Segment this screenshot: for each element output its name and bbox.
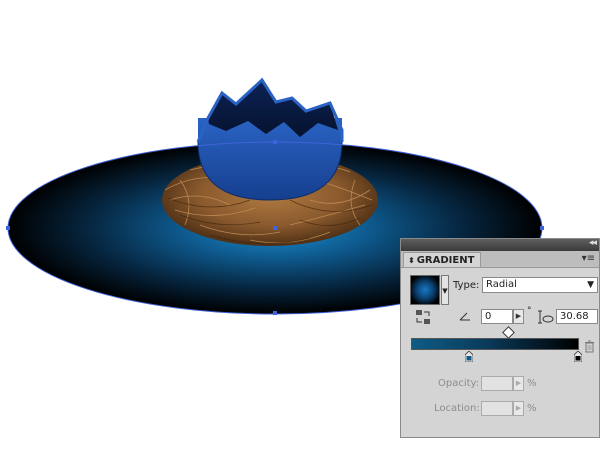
type-select[interactable]: Radial ▼	[482, 277, 598, 293]
panel-tab-row: ⬍ GRADIENT ▾≡	[401, 251, 599, 268]
tab-gradient-label: GRADIENT	[416, 255, 475, 266]
degree-symbol: °	[527, 306, 532, 316]
opacity-unit: %	[527, 378, 537, 389]
angle-stepper[interactable]: ▶	[513, 309, 524, 324]
anchor-center[interactable]	[273, 226, 277, 230]
gradient-midpoint-handle[interactable]	[502, 326, 515, 339]
tab-arrows-icon: ⬍	[408, 256, 415, 265]
gradient-panel: ◂◂ ⬍ GRADIENT ▾≡ ▼ Type: Radial ▼ 0 ▶ ° 3…	[400, 238, 600, 438]
color-stop-right[interactable]	[574, 351, 582, 362]
gradient-ramp[interactable]	[411, 338, 579, 350]
angle-field[interactable]: 0	[481, 309, 513, 324]
location-unit: %	[527, 403, 537, 414]
cracked-egg[interactable]	[196, 77, 344, 201]
panel-menu-icon[interactable]: ▾≡	[582, 253, 595, 264]
panel-titlebar[interactable]: ◂◂	[401, 238, 599, 251]
trash-icon[interactable]	[584, 340, 595, 353]
type-label: Type:	[453, 280, 480, 291]
collapse-icon[interactable]: ◂◂	[589, 238, 597, 248]
aspect-ratio-field[interactable]: 30.68	[556, 309, 598, 324]
location-field[interactable]	[481, 401, 513, 416]
chevron-down-icon: ▼	[587, 280, 594, 290]
anchor-bottom[interactable]	[273, 311, 277, 315]
location-stepper[interactable]: ▶	[513, 401, 524, 416]
location-label: Location:	[434, 403, 480, 414]
anchor-right[interactable]	[540, 226, 544, 230]
aspect-ratio-icon	[538, 310, 554, 324]
opacity-field[interactable]	[481, 376, 513, 391]
angle-icon	[459, 312, 470, 321]
anchor-top[interactable]	[273, 140, 277, 144]
type-select-value: Radial	[486, 279, 517, 290]
opacity-stepper[interactable]: ▶	[513, 376, 524, 391]
color-stop-left[interactable]	[465, 351, 473, 362]
opacity-label: Opacity:	[438, 378, 480, 389]
anchor-left[interactable]	[6, 226, 10, 230]
reverse-gradient-icon[interactable]	[415, 309, 431, 325]
gradient-swatch[interactable]	[410, 275, 440, 305]
swatch-dropdown-button[interactable]: ▼	[441, 275, 449, 305]
tab-gradient[interactable]: ⬍ GRADIENT	[403, 252, 482, 267]
